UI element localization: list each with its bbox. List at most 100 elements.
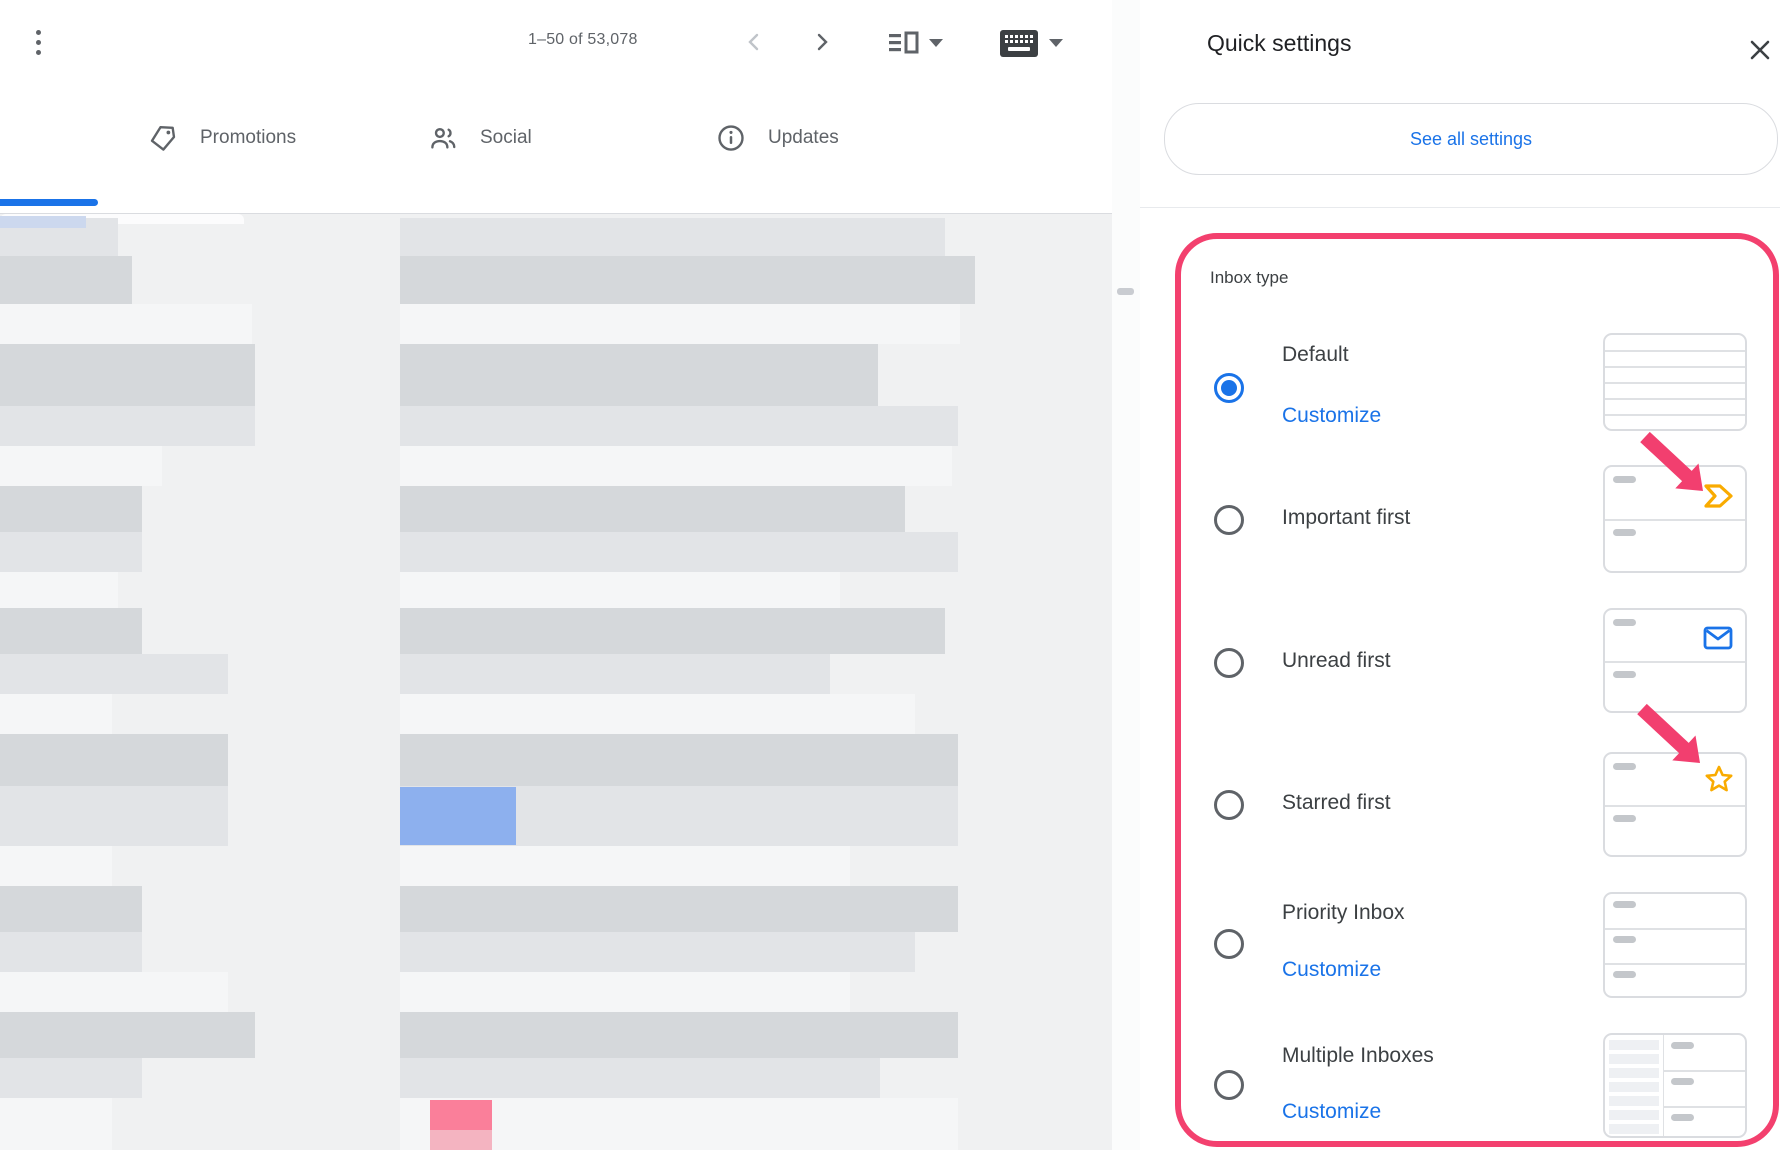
redacted-row-block (400, 886, 958, 932)
panel-title: Quick settings (1207, 30, 1351, 57)
tab-updates-label: Updates (768, 127, 839, 149)
option-unread-radio[interactable] (1214, 648, 1244, 678)
split-pane-caret-icon (929, 39, 943, 47)
option-priority-label: Priority Inbox (1282, 901, 1405, 925)
redacted-row-block (0, 654, 228, 694)
thumb-default (1603, 333, 1747, 431)
redacted-row-block (400, 304, 960, 344)
redacted-row-block (0, 1058, 142, 1098)
redacted-row-block (400, 932, 915, 972)
redacted-row-block (0, 972, 228, 1012)
importance-marker-icon (1703, 483, 1735, 509)
see-all-settings-label: See all settings (1410, 129, 1532, 150)
option-starred-radio[interactable] (1214, 790, 1244, 820)
thumb-important-first (1603, 465, 1747, 573)
people-icon (428, 123, 458, 153)
redacted-row-block (400, 1058, 880, 1098)
redacted-row-block (0, 608, 142, 654)
redacted-row-block (400, 972, 850, 1012)
redacted-row-block (0, 846, 112, 886)
option-important-radio[interactable] (1214, 505, 1244, 535)
option-priority-customize-link[interactable]: Customize (1282, 958, 1381, 982)
mail-main-area: 1–50 of 53,078 (0, 0, 1112, 1150)
redacted-row-block (400, 406, 958, 446)
thumb-starred-first (1603, 752, 1747, 857)
redacted-row-block (0, 532, 142, 572)
thumb-priority-inbox (1603, 892, 1747, 998)
mail-toolbar: 1–50 of 53,078 (0, 0, 1112, 90)
redacted-row-block (0, 1098, 112, 1150)
option-priority-radio[interactable] (1214, 929, 1244, 959)
redacted-row-block (0, 572, 118, 608)
redacted-row-block (400, 486, 905, 532)
blue-dotted-strip (0, 216, 86, 228)
inbox-tabs-row: Promotions Social Updates (0, 90, 1112, 214)
active-tab-underline (0, 199, 98, 206)
star-icon (1703, 764, 1735, 795)
keyboard-icon (1000, 30, 1038, 57)
split-pane-icon (889, 30, 919, 56)
option-default-label: Default (1282, 343, 1349, 367)
envelope-icon (1703, 626, 1733, 650)
option-multiple-label: Multiple Inboxes (1282, 1044, 1434, 1068)
tab-promotions-label: Promotions (200, 127, 296, 149)
redacted-row-block (400, 734, 958, 786)
option-default-customize-link[interactable]: Customize (1282, 404, 1381, 428)
email-list-redacted[interactable] (0, 214, 1113, 1150)
older-page-button[interactable] (808, 28, 836, 56)
pink-block-bottom (430, 1130, 492, 1150)
blue-selected-block (400, 787, 516, 845)
input-tools-button[interactable] (998, 28, 1064, 58)
tab-promotions[interactable]: Promotions (148, 108, 296, 168)
thumb-unread-first (1603, 608, 1747, 713)
option-multiple-customize-link[interactable]: Customize (1282, 1100, 1381, 1124)
redacted-row-block (0, 694, 112, 734)
info-icon (716, 123, 746, 153)
thumb-multiple-inboxes (1603, 1033, 1747, 1138)
input-tools-caret-icon (1049, 39, 1063, 47)
redacted-row-block (0, 446, 162, 486)
redacted-row-block (400, 694, 915, 734)
more-options-kebab-icon[interactable] (30, 24, 46, 60)
see-all-settings-button[interactable]: See all settings (1164, 103, 1778, 175)
redacted-row-block (0, 406, 255, 446)
redacted-row-block (400, 344, 878, 406)
close-icon[interactable] (1744, 34, 1776, 66)
pagination-count: 1–50 of 53,078 (528, 31, 638, 49)
pane-scrollbar-gutter[interactable] (1112, 0, 1141, 1150)
redacted-row-block (400, 572, 840, 608)
redacted-row-block (0, 786, 228, 846)
option-important-label: Important first (1282, 506, 1410, 530)
quick-settings-panel: Quick settings See all settings Inbox ty… (1140, 0, 1780, 1150)
redacted-row-block (400, 218, 945, 256)
tag-icon (148, 123, 178, 153)
pink-block-top (430, 1100, 492, 1130)
redacted-row-block (400, 532, 958, 572)
redacted-row-block (0, 886, 142, 932)
option-starred-label: Starred first (1282, 791, 1391, 815)
scrollbar-thumb[interactable] (1117, 288, 1134, 295)
redacted-row-block (400, 846, 850, 886)
redacted-row-block (0, 344, 255, 406)
redacted-row-block (0, 734, 228, 786)
redacted-row-block (400, 654, 830, 694)
redacted-row-block (0, 1012, 255, 1058)
redacted-row-block (0, 486, 142, 532)
redacted-row-block (400, 608, 945, 654)
redacted-row-block (0, 304, 252, 344)
tab-updates[interactable]: Updates (716, 108, 839, 168)
redacted-row-block (400, 1012, 958, 1058)
option-unread-label: Unread first (1282, 649, 1391, 673)
option-multiple-radio[interactable] (1214, 1070, 1244, 1100)
redacted-row-block (400, 256, 975, 304)
tab-social[interactable]: Social (428, 108, 532, 168)
split-pane-mode-button[interactable] (886, 28, 946, 58)
redacted-row-block (0, 932, 142, 972)
panel-divider (1140, 207, 1780, 208)
option-default-radio[interactable] (1214, 373, 1244, 403)
redacted-row-block (400, 446, 952, 486)
inbox-type-section-title: Inbox type (1210, 268, 1288, 288)
newer-page-button[interactable] (740, 28, 768, 56)
redacted-row-block (0, 256, 132, 304)
tab-social-label: Social (480, 127, 532, 149)
